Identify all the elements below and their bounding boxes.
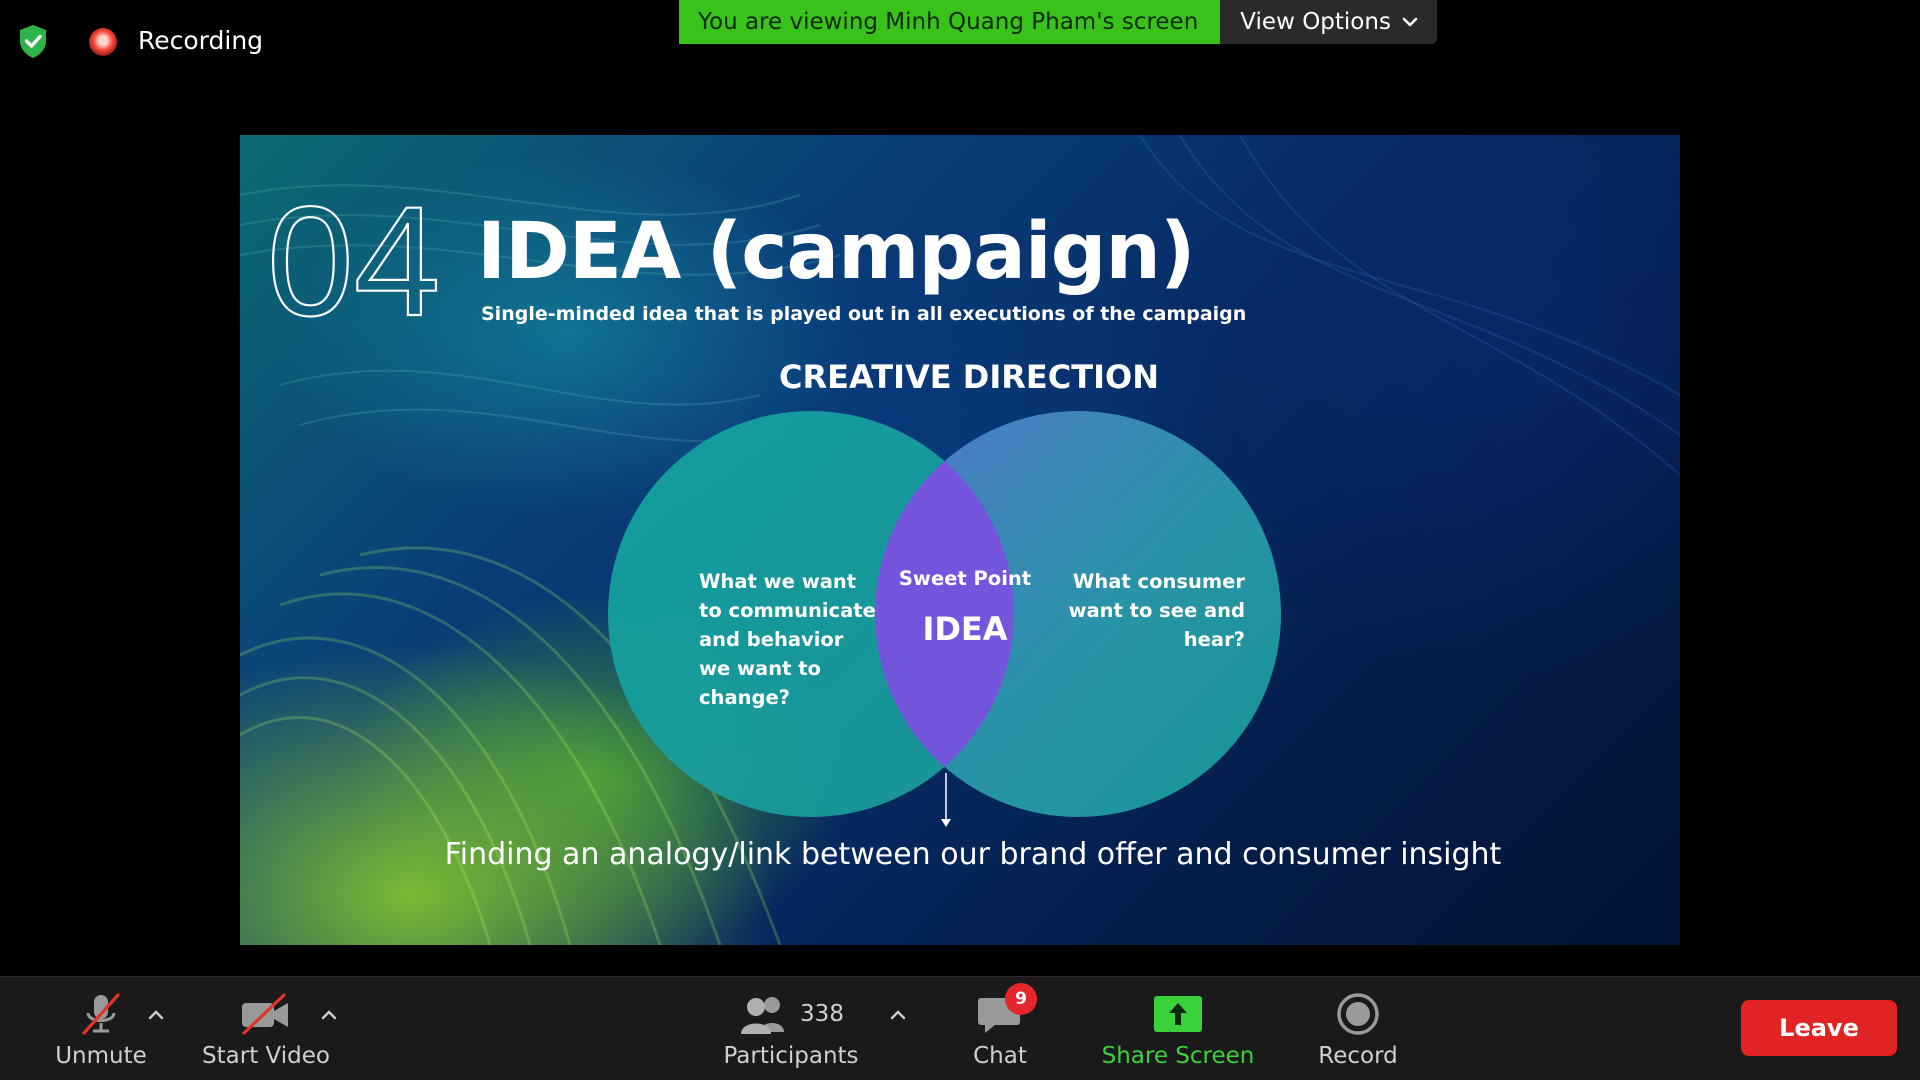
- screen-share-banner: You are viewing Minh Quang Pham's screen…: [679, 0, 1437, 44]
- view-options-label: View Options: [1240, 9, 1391, 35]
- share-screen-icon: [1154, 996, 1202, 1032]
- venn-diagram: [608, 411, 1281, 827]
- participants-label: Participants: [723, 1043, 859, 1069]
- participants-icon: [741, 997, 785, 1034]
- unmute-label: Unmute: [55, 1043, 147, 1069]
- recording-dot-icon: [89, 28, 117, 56]
- chat-label: Chat: [973, 1043, 1027, 1069]
- participants-button[interactable]: 338 Participants: [716, 977, 866, 1080]
- video-options-caret[interactable]: [319, 1007, 339, 1023]
- leave-button[interactable]: Leave: [1741, 1000, 1897, 1056]
- participants-count: 338: [800, 1001, 844, 1027]
- idea-label: IDEA: [922, 610, 1008, 648]
- sweet-point-label: Sweet Point: [898, 567, 1032, 590]
- record-icon: [1337, 993, 1379, 1035]
- participants-options-caret[interactable]: [888, 1007, 908, 1023]
- chat-unread-badge: 9: [1005, 983, 1037, 1015]
- viewing-notice: You are viewing Minh Quang Pham's screen: [679, 0, 1221, 44]
- start-video-button[interactable]: Start Video: [196, 977, 336, 1080]
- right-circle-text: What consumer want to see and hear?: [1068, 570, 1245, 651]
- record-button[interactable]: Record: [1306, 977, 1410, 1080]
- video-off-icon: [242, 993, 288, 1035]
- share-screen-button[interactable]: Share Screen: [1094, 977, 1262, 1080]
- chevron-down-icon: [1402, 17, 1418, 27]
- meeting-window: Recording You are viewing Minh Quang Pha…: [0, 0, 1920, 1080]
- record-label: Record: [1318, 1043, 1398, 1069]
- meeting-toolbar: Unmute Start Video 338 Participants 9 Ch…: [0, 976, 1920, 1080]
- view-options-button[interactable]: View Options: [1220, 0, 1437, 44]
- share-screen-label: Share Screen: [1101, 1043, 1255, 1069]
- unmute-button[interactable]: Unmute: [46, 977, 156, 1080]
- recording-label: Recording: [138, 26, 264, 55]
- start-video-label: Start Video: [202, 1043, 330, 1069]
- bottom-statement: Finding an analogy/link between our bran…: [444, 837, 1502, 872]
- chat-button[interactable]: 9 Chat: [960, 977, 1040, 1080]
- unmute-options-caret[interactable]: [146, 1007, 166, 1023]
- muted-microphone-icon: [82, 993, 120, 1035]
- shield-check-icon[interactable]: [12, 20, 54, 62]
- left-circle-text: What we want to communicate and behavior…: [699, 570, 876, 709]
- shared-slide: 04 IDEA (campaign) Single-minded idea th…: [240, 135, 1680, 945]
